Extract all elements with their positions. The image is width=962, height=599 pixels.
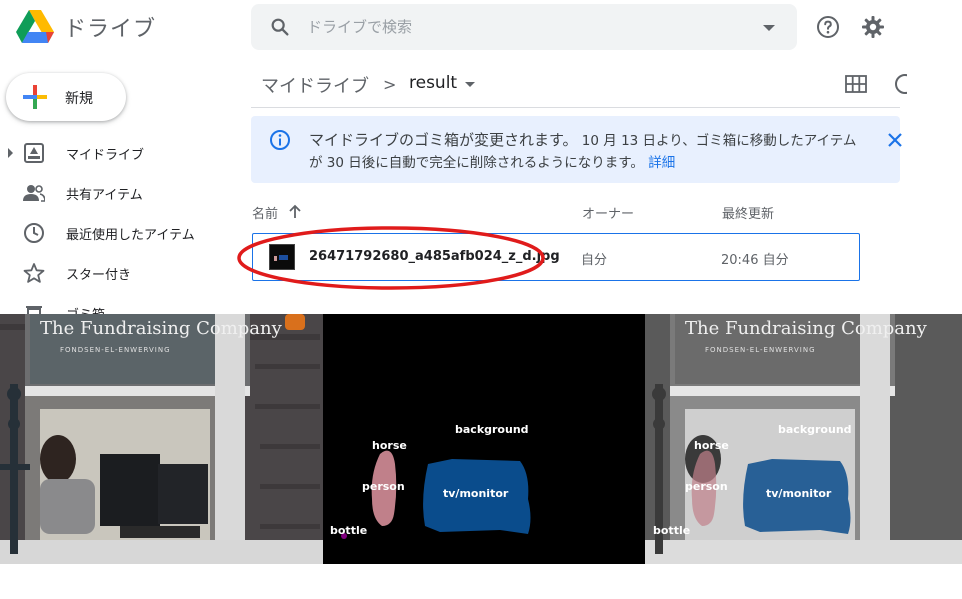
segmentation-result-image: The Fundraising Company FONDSEN-EL-ENWER… <box>0 314 962 564</box>
star-icon <box>23 263 45 283</box>
sidebar-item-label: マイドライブ <box>66 148 145 163</box>
label-bottle: bottle <box>653 524 690 537</box>
new-button[interactable]: 新規 <box>6 73 126 121</box>
storefront-sign-text: The Fundraising Company <box>40 318 283 339</box>
column-header-owner[interactable]: オーナー <box>582 203 634 222</box>
clock-icon <box>24 223 44 243</box>
segmentation-composite: The Fundraising Company FONDSEN-EL-ENWER… <box>0 314 962 564</box>
label-horse: horse <box>372 439 407 452</box>
label-horse: horse <box>694 439 729 452</box>
segmentation-mask-panel: horse background person tv/monitor bottl… <box>323 314 645 564</box>
sidebar-item-label: 最近使用したアイテム <box>66 228 195 243</box>
search-bar[interactable] <box>251 4 797 50</box>
new-button-label: 新規 <box>65 91 93 107</box>
sidebar-item-my-drive[interactable]: マイドライブ <box>0 135 230 171</box>
breadcrumb-root[interactable]: マイドライブ <box>261 72 369 98</box>
search-input[interactable] <box>307 16 747 38</box>
breadcrumb-current-folder[interactable]: result <box>409 73 457 93</box>
app-title: ドライブ <box>64 17 157 42</box>
overlay-panel: The Fundraising Company FONDSEN-EL-ENWER… <box>645 314 962 564</box>
plus-icon <box>23 85 47 109</box>
storefront-sign-text: The Fundraising Company <box>685 318 928 339</box>
sidebar-item-shared[interactable]: 共有アイテム <box>0 175 230 211</box>
banner-details-link[interactable]: 詳細 <box>648 155 675 171</box>
trash-change-banner: マイドライブのゴミ箱が変更されます。 10 月 13 日より、ゴミ箱に移動したア… <box>251 116 903 183</box>
drive-window: ドライブ ドライブで検索 新規 マイドライブ 共有アイテム 最近使用したアイテム… <box>0 0 962 314</box>
column-header-modified[interactable]: 最終更新 <box>722 203 774 222</box>
sidebar-item-label: ゴミ箱 <box>66 304 105 314</box>
storefront-sign-subtext: FONDSEN-EL-ENWERVING <box>705 346 816 354</box>
file-name: 26471792680_a485afb024_z_d.jpg <box>309 249 560 264</box>
sidebar-item-starred[interactable]: スター付き <box>0 255 230 291</box>
label-background: background <box>455 423 529 436</box>
search-options-icon[interactable] <box>763 25 775 31</box>
close-icon[interactable] <box>887 132 903 148</box>
header-divider <box>251 107 900 108</box>
sidebar-item-trash[interactable]: ゴミ箱 <box>0 300 230 314</box>
chevron-down-icon[interactable] <box>465 82 475 87</box>
expand-caret-icon[interactable] <box>8 148 13 158</box>
info-icon <box>270 130 290 150</box>
label-person: person <box>362 480 405 493</box>
table-row[interactable]: 26471792680_a485afb024_z_d.jpg 自分 20:46 … <box>252 233 860 281</box>
my-drive-icon <box>24 143 44 163</box>
banner-headline: マイドライブのゴミ箱が変更されます。 <box>309 131 578 149</box>
banner-message: マイドライブのゴミ箱が変更されます。 10 月 13 日より、ゴミ箱に移動したア… <box>309 129 869 174</box>
original-photo-panel: The Fundraising Company FONDSEN-EL-ENWER… <box>0 314 323 564</box>
sidebar-item-label: 共有アイテム <box>66 188 143 203</box>
column-header-name[interactable]: 名前 <box>252 203 278 222</box>
google-drive-logo[interactable] <box>16 10 54 44</box>
arrow-up-icon[interactable] <box>288 203 302 219</box>
label-person: person <box>685 480 728 493</box>
grid-view-icon[interactable] <box>845 75 867 93</box>
label-background: background <box>778 423 852 436</box>
sidebar-item-recent[interactable]: 最近使用したアイテム <box>0 215 230 251</box>
label-tv-monitor: tv/monitor <box>443 487 509 500</box>
search-icon[interactable] <box>269 16 291 38</box>
file-modified: 20:46 自分 <box>721 253 789 268</box>
info-icon[interactable] <box>893 72 907 96</box>
file-owner: 自分 <box>581 253 608 268</box>
storefront-sign-subtext: FONDSEN-EL-ENWERVING <box>60 346 171 354</box>
help-icon[interactable] <box>816 15 840 39</box>
label-tv-monitor: tv/monitor <box>766 487 832 500</box>
shared-people-icon <box>23 185 45 202</box>
sidebar-item-label: スター付き <box>66 268 132 283</box>
breadcrumb-separator: > <box>383 75 397 94</box>
image-thumbnail <box>269 244 295 270</box>
trash-icon <box>26 306 42 314</box>
gear-icon[interactable] <box>861 15 885 39</box>
label-bottle: bottle <box>330 524 367 537</box>
